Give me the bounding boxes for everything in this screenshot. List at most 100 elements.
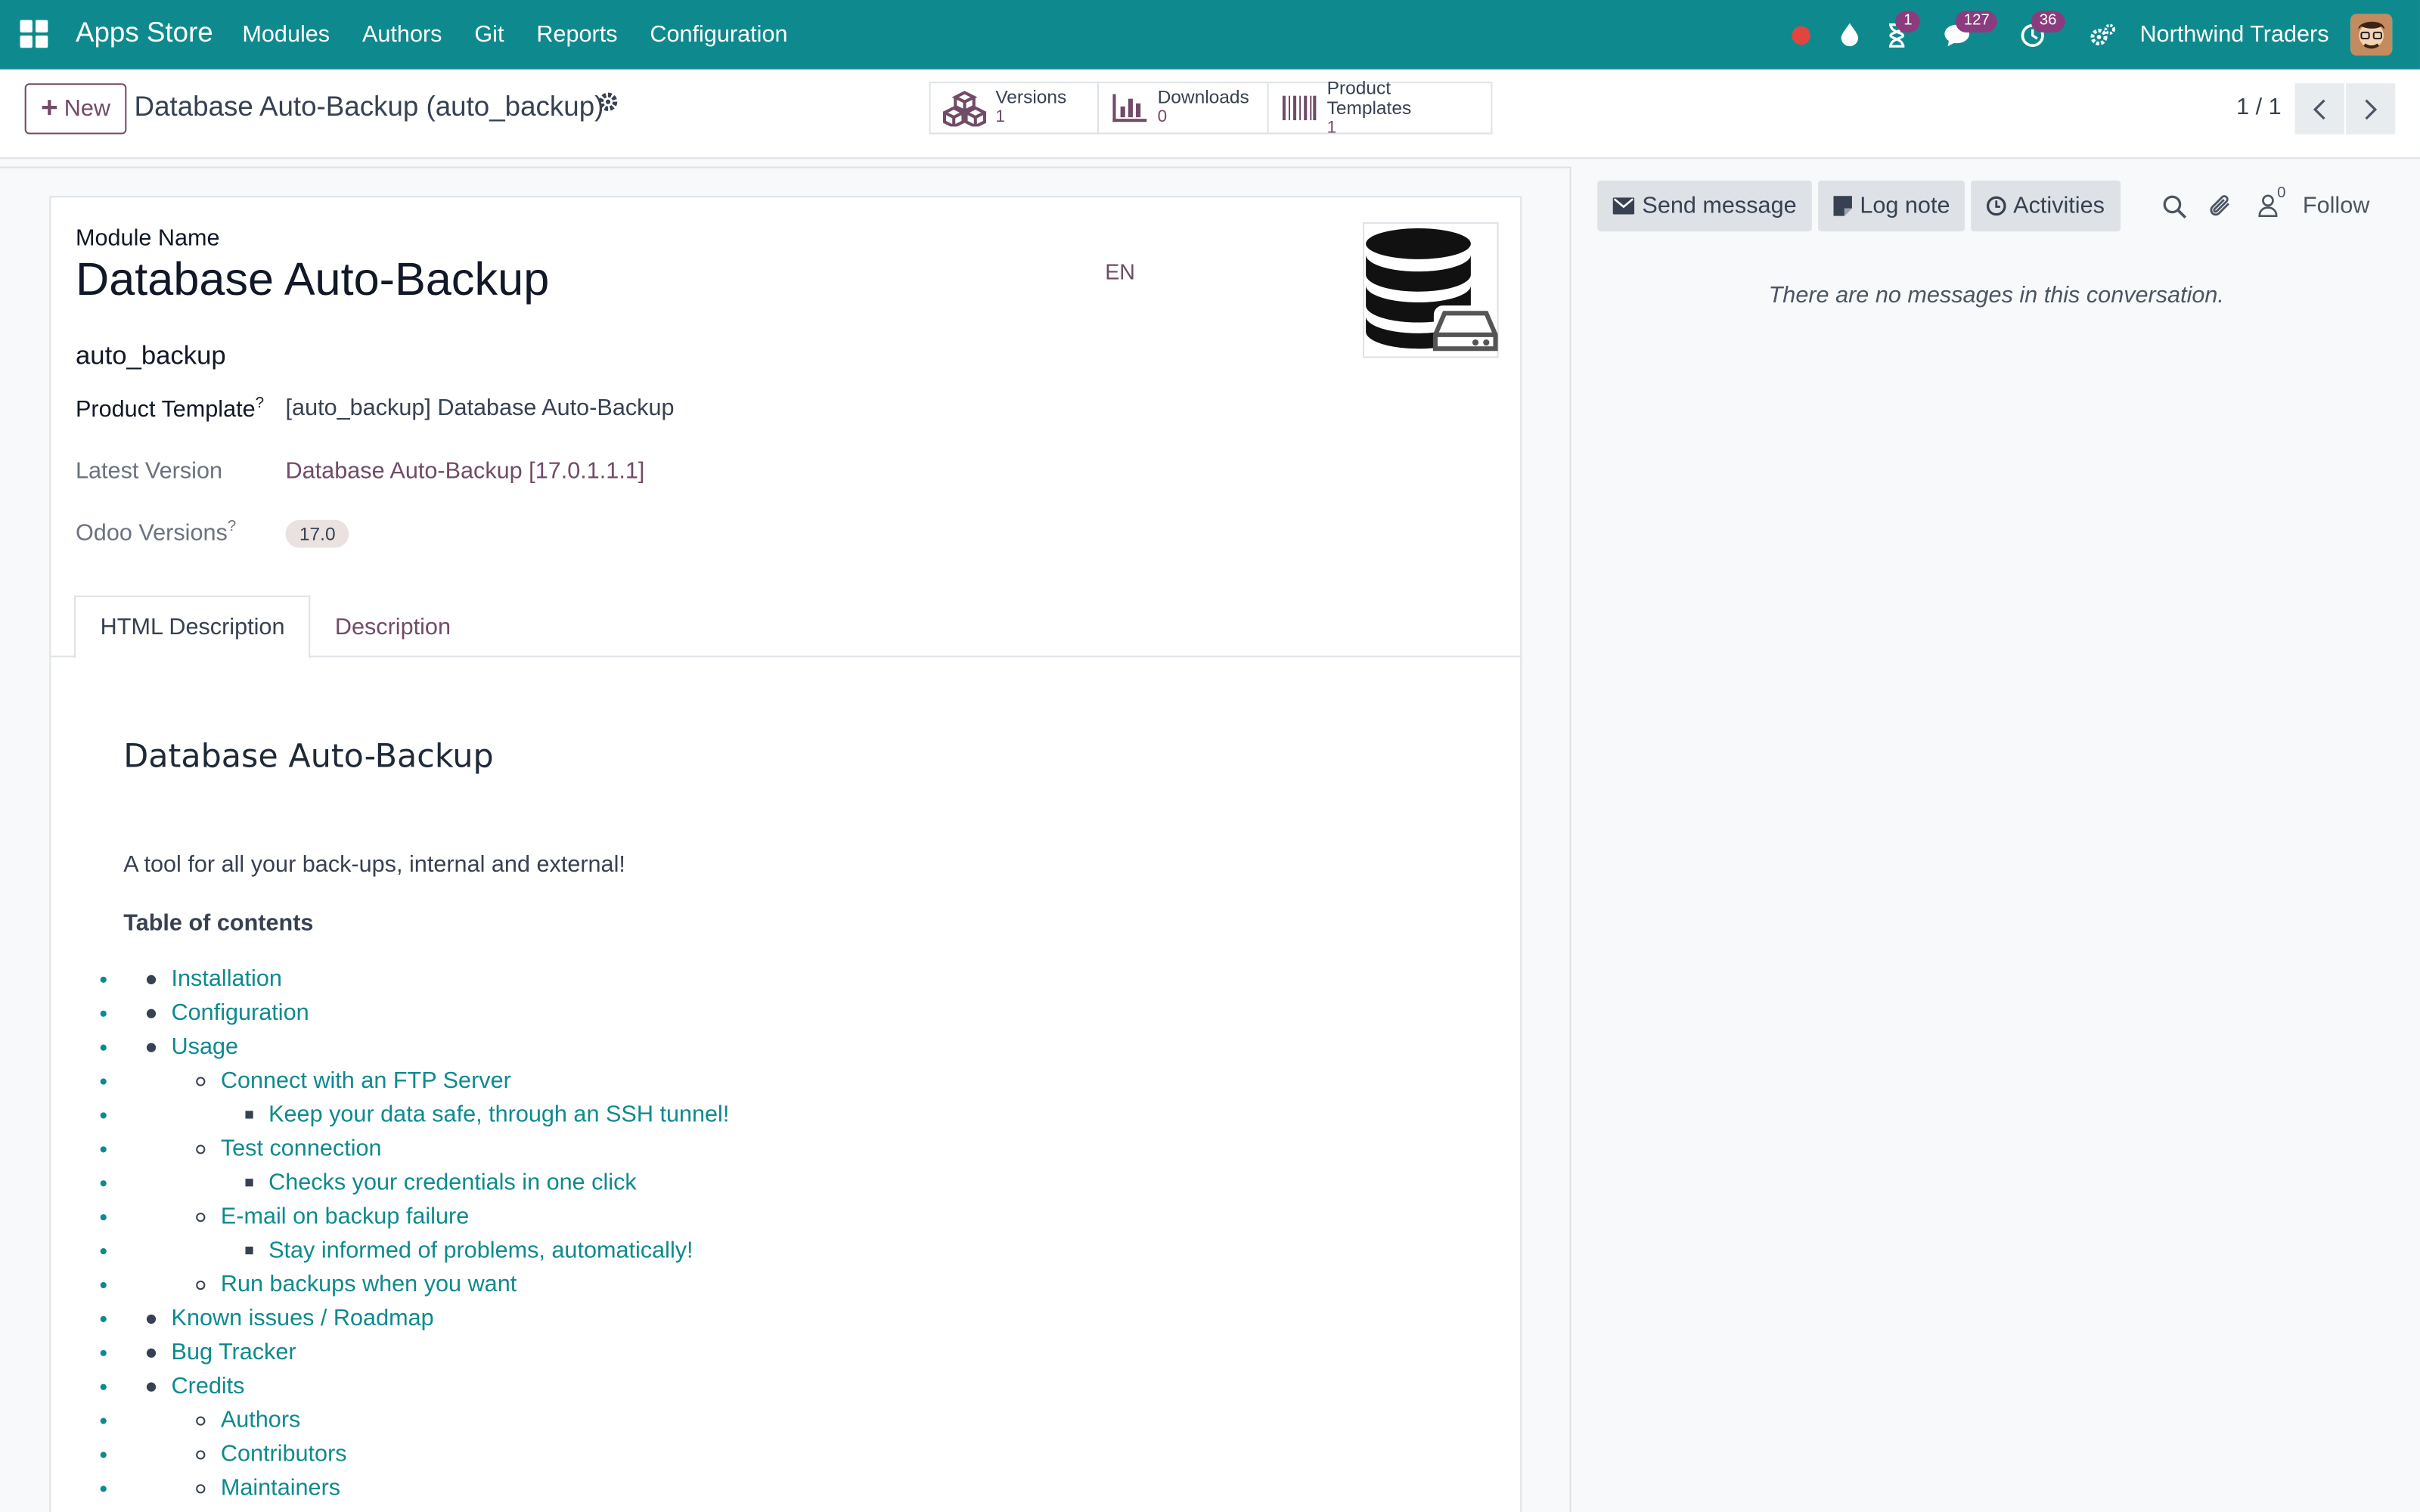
downloads-count: 0 (1157, 107, 1168, 127)
app-menu-icon[interactable] (20, 20, 48, 48)
menu-git[interactable]: Git (474, 22, 504, 48)
user-avatar[interactable] (2350, 14, 2393, 56)
previous-record-button[interactable] (2294, 83, 2344, 135)
envelope-icon (1612, 197, 1635, 215)
activities-button[interactable]: Activities (1972, 180, 2121, 232)
log-note-label: Log note (1860, 193, 1950, 219)
latest-version-link[interactable]: Database Auto-Backup [17.0.1.1.1] (286, 458, 645, 485)
tab-html-description[interactable]: HTML Description (73, 595, 312, 659)
paperclip-icon[interactable] (2198, 181, 2244, 231)
new-button[interactable]: + New (24, 83, 127, 135)
new-button-label: New (64, 95, 111, 122)
breadcrumb: Database Auto-Backup (auto_backup) (134, 91, 604, 122)
versions-count: 1 (995, 107, 1005, 127)
toc-link[interactable]: Test connection (123, 1132, 729, 1167)
chat-icon[interactable]: 127 (1941, 10, 1998, 51)
notebook-tabs: HTML Description Description (51, 595, 1521, 659)
chatter-tools: 0 Follow (2152, 181, 2369, 231)
user-icon (2257, 194, 2277, 218)
main-menu: Modules Authors Git Reports Configuratio… (242, 0, 820, 70)
search-icon[interactable] (2152, 181, 2198, 231)
product-templates-smart-button[interactable]: Product Templates 1 (1268, 77, 1491, 137)
toc-link[interactable]: Bug Tracker (123, 1336, 729, 1370)
menu-configuration[interactable]: Configuration (650, 22, 787, 48)
control-panel: + New Database Auto-Backup (auto_backup) … (0, 69, 2420, 160)
technical-name-field[interactable]: auto_backup (76, 341, 226, 372)
menu-reports[interactable]: Reports (536, 22, 617, 48)
odoo-versions-label: Odoo Versions? (75, 518, 237, 547)
settings-icon[interactable] (2086, 17, 2120, 51)
toc-link[interactable]: E-mail on backup failure (123, 1201, 729, 1235)
toc-link[interactable]: Maintainers (123, 1472, 729, 1506)
toc-link[interactable]: Credits (123, 1370, 729, 1404)
module-image[interactable] (1363, 222, 1499, 358)
table-of-contents: Installation Configuration Usage Connect… (123, 962, 729, 1505)
followers-count: 0 (2277, 184, 2286, 203)
drop-icon[interactable] (1832, 17, 1866, 51)
systray: 1 127 36 Northwind Traders (1785, 0, 2420, 70)
toc-link[interactable]: Contributors (123, 1438, 729, 1472)
toc-link[interactable]: Stay informed of problems, automatically… (123, 1235, 729, 1269)
product-template-value[interactable]: [auto_backup] Database Auto-Backup (286, 395, 675, 421)
database-icon (1366, 228, 1498, 354)
versions-label: Versions (995, 86, 1067, 108)
pager-value[interactable]: 1 / 1 (2236, 94, 2282, 120)
module-name-label: Module Name (75, 225, 220, 252)
versions-smart-button[interactable]: Versions 1 (930, 83, 1100, 133)
barcode-icon (1282, 95, 1317, 121)
toc-link[interactable]: Known issues / Roadmap (123, 1302, 729, 1336)
app-brand[interactable]: Apps Store (76, 17, 213, 49)
hourglass-icon[interactable]: 1 (1881, 10, 1920, 51)
form-sheet: Module Name Database Auto-Backup EN auto… (49, 196, 1522, 1512)
bar-chart-icon (1112, 94, 1147, 122)
help-tooltip-icon[interactable]: ? (228, 519, 236, 535)
form-view: Module Name Database Auto-Backup EN auto… (0, 166, 1571, 1512)
activities-label: Activities (2013, 193, 2105, 219)
description-intro: A tool for all your back-ups, internal a… (123, 851, 625, 878)
send-message-button[interactable]: Send message (1597, 180, 1813, 232)
followers-button[interactable]: 0 (2244, 181, 2290, 231)
clock-badge: 36 (2031, 10, 2065, 32)
smart-buttons: Versions 1 Downloads 0 Product Templates 1 (929, 77, 1493, 137)
clock-icon (1987, 196, 2007, 216)
messages-badge: 127 (1956, 10, 1998, 32)
recording-icon[interactable] (1785, 17, 1819, 51)
toc-link[interactable]: Keep your data safe, through an SSH tunn… (123, 1098, 729, 1132)
latest-version-label: Latest Version (75, 458, 223, 485)
language-button[interactable]: EN (1105, 259, 1135, 284)
log-note-button[interactable]: Log note (1818, 180, 1965, 232)
plus-icon: + (40, 92, 58, 125)
toc-link[interactable]: Configuration (123, 996, 729, 1030)
product-template-label: Product Template? (75, 395, 265, 423)
cubes-icon (942, 91, 987, 127)
menu-authors[interactable]: Authors (362, 22, 442, 48)
toc-title: Table of contents (123, 910, 314, 937)
downloads-label: Downloads (1157, 86, 1249, 108)
product-templates-count: 1 (1326, 118, 1337, 137)
menu-modules[interactable]: Modules (242, 22, 330, 48)
chatter-panel: Send message Log note Activities 0 Follo… (1572, 166, 2420, 1512)
toc-link[interactable]: Usage (123, 1030, 729, 1064)
module-name-field[interactable]: Database Auto-Backup (76, 255, 549, 307)
tab-description[interactable]: Description (310, 596, 475, 658)
company-switcher[interactable]: Northwind Traders (2139, 22, 2328, 48)
empty-conversation-message: There are no messages in this conversati… (1768, 282, 2224, 309)
toc-link[interactable]: Connect with an FTP Server (123, 1064, 729, 1098)
follow-button[interactable]: Follow (2303, 193, 2369, 219)
gear-icon[interactable] (597, 91, 619, 119)
toc-link[interactable]: Run backups when you want (123, 1269, 729, 1303)
odoo-version-tag[interactable]: 17.0 (285, 519, 349, 548)
next-record-button[interactable] (2346, 83, 2396, 135)
html-description-content: Database Auto-Backup A tool for all your… (123, 737, 1450, 1501)
downloads-smart-button[interactable]: Downloads 0 (1099, 83, 1269, 133)
chevron-left-icon (2313, 98, 2325, 119)
note-icon (1833, 196, 1853, 216)
toc-link[interactable]: Checks your credentials in one click (123, 1167, 729, 1201)
product-templates-label: Product Templates (1326, 76, 1412, 119)
clock-icon[interactable]: 36 (2016, 10, 2065, 51)
description-heading: Database Auto-Backup (123, 737, 494, 775)
top-navbar: Apps Store Modules Authors Git Reports C… (0, 0, 2420, 70)
toc-link[interactable]: Installation (123, 962, 729, 996)
help-tooltip-icon[interactable]: ? (256, 395, 264, 411)
toc-link[interactable]: Authors (123, 1404, 729, 1438)
